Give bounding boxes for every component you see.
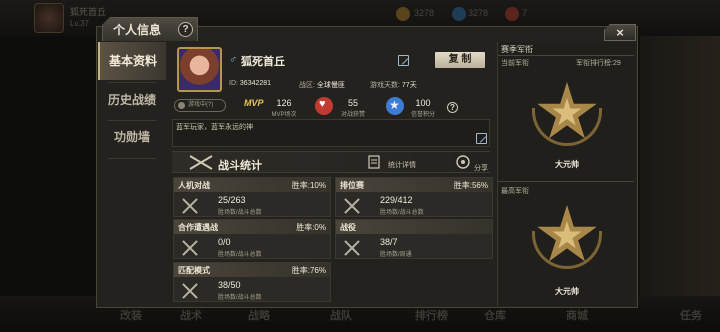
rank-board-label: 军衔排行榜:29 bbox=[576, 60, 621, 67]
tab-basic-info[interactable]: 基本资料 bbox=[98, 42, 166, 80]
current-rank-name: 大元帅 bbox=[555, 160, 579, 169]
card-win-rate: 胜率:76% bbox=[291, 266, 326, 275]
battle-stats-title: 战斗统计 bbox=[218, 160, 262, 172]
card-title: 战役 bbox=[340, 223, 356, 232]
share-link[interactable]: 分享 bbox=[474, 163, 488, 173]
player-name: 狐死首丘 bbox=[241, 56, 285, 68]
crossed-guns-icon bbox=[342, 238, 362, 258]
close-button[interactable]: × bbox=[604, 24, 636, 41]
tab-merit-wall[interactable]: 功勋墙 bbox=[98, 118, 166, 156]
rank-divider bbox=[498, 181, 634, 182]
tab-divider bbox=[108, 158, 156, 159]
current-rank-label: 当前军衔 bbox=[501, 60, 529, 67]
card-title: 排位赛 bbox=[340, 181, 364, 190]
stats-detail-link[interactable]: 统计详情 bbox=[388, 160, 416, 170]
stat-card-match[interactable]: 匹配模式 胜率:76% 38/50 胜场数/战斗总数 bbox=[173, 262, 331, 302]
guns-icon bbox=[189, 155, 213, 170]
card-label: 胜场数/周通 bbox=[380, 252, 412, 258]
stat-card-pve[interactable]: 人机对战 胜率:10% 25/263 胜场数/战斗总数 bbox=[173, 177, 331, 217]
likes-label: 对战获赞 bbox=[340, 112, 365, 118]
card-value: 25/263 bbox=[218, 195, 246, 205]
edit-signature-icon[interactable] bbox=[476, 133, 487, 144]
stats-detail-icon[interactable] bbox=[368, 155, 382, 169]
card-value: 38/50 bbox=[218, 280, 241, 290]
crossed-guns-icon bbox=[180, 238, 200, 258]
signature-text: 蓝军玩家，蓝军永远的神 bbox=[176, 124, 253, 131]
share-icon[interactable] bbox=[455, 154, 471, 170]
status-badge: 游戏中(?) bbox=[174, 99, 226, 112]
crossed-guns-icon bbox=[342, 196, 362, 216]
mvp-count: 126 bbox=[276, 98, 292, 108]
season-rank-header: 赛季军衔 bbox=[501, 45, 533, 54]
window-title: 个人信息 bbox=[113, 23, 162, 37]
game-days: 游戏天数: 77天 bbox=[370, 82, 417, 89]
card-label: 胜场数/战斗总数 bbox=[218, 295, 262, 301]
card-win-rate: 胜率:56% bbox=[453, 181, 488, 190]
mvp-label: MVP场次 bbox=[271, 112, 297, 118]
current-rank-medal-icon bbox=[532, 82, 602, 148]
stat-card-ranked[interactable]: 排位赛 胜率:56% 229/412 胜场数/战斗总数 bbox=[335, 177, 493, 217]
card-win-rate: 胜率:0% bbox=[296, 223, 326, 232]
card-label: 胜场数/战斗总数 bbox=[380, 210, 424, 216]
highest-rank-label: 最高军衔 bbox=[501, 188, 529, 195]
card-win-rate: 胜率:10% bbox=[291, 181, 326, 190]
player-zone: 战区: 全球慢匪 bbox=[299, 82, 345, 89]
player-portrait[interactable] bbox=[177, 47, 222, 92]
stat-card-campaign[interactable]: 战役 38/7 胜场数/周通 bbox=[335, 219, 493, 259]
edit-name-icon[interactable] bbox=[398, 55, 409, 66]
crossed-guns-icon bbox=[180, 196, 200, 216]
card-value: 38/7 bbox=[380, 237, 398, 247]
gender-male-icon: ♂ bbox=[229, 54, 238, 66]
copy-button[interactable]: 复 制 bbox=[435, 52, 485, 68]
card-label: 胜场数/战斗总数 bbox=[218, 252, 262, 258]
credit-score: 100 bbox=[415, 98, 431, 108]
likes-count: 55 bbox=[347, 98, 358, 108]
crossed-guns-icon bbox=[180, 281, 200, 301]
help-button[interactable]: ? bbox=[178, 22, 193, 37]
tab-history[interactable]: 历史战绩 bbox=[98, 81, 166, 119]
card-title: 匹配模式 bbox=[178, 266, 210, 275]
card-label: 胜场数/战斗总数 bbox=[218, 210, 262, 216]
card-title: 人机对战 bbox=[178, 181, 210, 190]
card-value: 229/412 bbox=[380, 195, 413, 205]
card-title: 合作遭遇战 bbox=[178, 223, 218, 232]
highest-rank-medal-icon bbox=[532, 205, 602, 271]
player-id: ID: 36342281 bbox=[229, 80, 272, 87]
stat-card-coop[interactable]: 合作遭遇战 胜率:0% 0/0 胜场数/战斗总数 bbox=[173, 219, 331, 259]
card-header bbox=[336, 220, 492, 234]
credit-label: 信誉积分 bbox=[410, 112, 435, 118]
highest-rank-name: 大元帅 bbox=[555, 287, 579, 296]
card-value: 0/0 bbox=[218, 237, 231, 247]
credit-help-icon[interactable]: ? bbox=[447, 102, 458, 113]
rank-divider bbox=[498, 55, 634, 56]
